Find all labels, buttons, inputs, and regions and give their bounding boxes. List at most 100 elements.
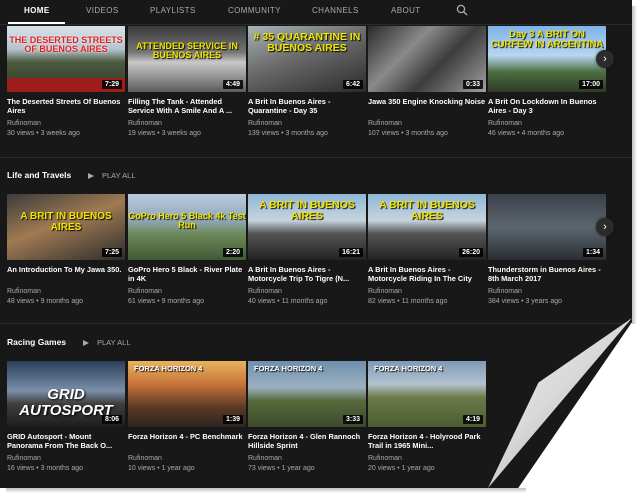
play-all-button[interactable]: PLAY ALL [83,338,131,347]
video-thumbnail[interactable]: FORZA HORIZON 4 4:19 [368,361,486,427]
duration-badge: 26:20 [459,248,483,257]
channel-name[interactable]: Rufinoman [368,120,486,127]
video-title[interactable]: Filling The Tank - Attended Service With… [128,97,246,115]
video-card[interactable]: 1:34 Thunderstorm in Buenos Aires - 8th … [488,194,606,305]
channel-name[interactable]: Rufinoman [368,288,486,295]
video-thumbnail[interactable]: # 35 QUARANTINE IN BUENOS AIRES 6:42 [248,26,366,92]
channel-name[interactable]: Rufinoman [488,288,606,295]
video-card[interactable]: A BRIT IN BUENOS AIRES 26:20 A Brit In B… [368,194,486,305]
channel-page: HOME VIDEOS PLAYLISTS COMMUNITY CHANNELS… [0,0,640,495]
video-card[interactable]: FORZA HORIZON 4 3:33 Forza Horizon 4 - G… [248,361,366,472]
shelf-divider [0,157,632,158]
shelf-next-arrow-icon[interactable]: › [596,50,614,68]
video-meta: 61 views • 9 months ago [128,298,204,305]
duration-badge: 1:39 [222,415,243,424]
video-meta: 10 views • 1 year ago [128,465,195,472]
video-thumbnail[interactable]: FORZA HORIZON 4 3:33 [248,361,366,427]
video-title[interactable]: GRID Autosport - Mount Panorama From The… [7,432,125,450]
video-thumbnail[interactable]: GoPro Hero 5 Black 4k Test Run 2:20 [128,194,246,260]
thumbnail-overlay-text: Day 3 A BRIT ON CURFEW IN ARGENTINA [490,29,604,50]
video-title[interactable]: GoPro Hero 5 Black - River Plate in 4K [128,265,246,283]
tab-home[interactable]: HOME [24,6,50,15]
video-thumbnail[interactable]: 1:34 [488,194,606,260]
video-thumbnail[interactable]: A BRIT IN BUENOS AIRES 16:21 [248,194,366,260]
video-card[interactable]: GRID AUTOSPORT 8:06 GRID Autosport - Mou… [7,361,125,472]
video-card[interactable]: Day 3 A BRIT ON CURFEW IN ARGENTINA 17:0… [488,26,606,137]
duration-badge: 3:33 [342,415,363,424]
duration-badge: 16:21 [339,248,363,257]
video-card[interactable]: 0:33 Jawa 350 Engine Knocking Noise Rufi… [368,26,486,137]
channel-name[interactable]: Rufinoman [248,120,366,127]
video-title[interactable]: Forza Horizon 4 - Holyrood Park Trail in… [368,432,486,450]
tab-channels[interactable]: CHANNELS [312,6,359,15]
video-meta: 139 views • 3 months ago [248,130,328,137]
video-meta: 73 views • 1 year ago [248,465,315,472]
search-icon[interactable] [456,4,468,16]
thumbnail-overlay-text: # 35 QUARANTINE IN BUENOS AIRES [253,31,361,55]
channel-name[interactable]: Rufinoman [368,455,486,462]
video-meta: 16 views • 3 months ago [7,465,83,472]
video-title[interactable]: A Brit On Lockdown In Buenos Aires - Day… [488,97,606,115]
shelf-next-arrow-icon[interactable]: › [596,218,614,236]
video-meta: 30 views • 3 weeks ago [7,130,80,137]
video-meta: 107 views • 3 months ago [368,130,448,137]
video-thumbnail[interactable]: GRID AUTOSPORT 8:06 [7,361,125,427]
duration-badge: 1:34 [582,248,603,257]
video-title[interactable]: A Brit In Buenos Aires - Motorcycle Ridi… [368,265,486,283]
video-card[interactable]: A BRIT IN BUENOS AIRES 7:25 An Introduct… [7,194,125,305]
shelf-title[interactable]: Life and Travels [7,170,71,180]
shelf-title[interactable]: Racing Games [7,337,66,347]
video-card[interactable]: # 35 QUARANTINE IN BUENOS AIRES 6:42 A B… [248,26,366,137]
video-title[interactable]: Thunderstorm in Buenos Aires - 8th March… [488,265,606,283]
video-card[interactable]: GoPro Hero 5 Black 4k Test Run 2:20 GoPr… [128,194,246,305]
tab-about[interactable]: ABOUT [391,6,421,15]
channel-name[interactable]: Rufinoman [248,455,366,462]
thumbnail-overlay-text: GoPro Hero 5 Black 4k Test Run [128,211,246,231]
video-card[interactable]: THE DESERTED STREETS OF BUENOS AIRES 7:2… [7,26,125,137]
duration-badge: 4:49 [222,80,243,89]
thumbnail-overlay-text: ATTENDED SERVICE IN BUENOS AIRES [136,41,238,61]
duration-badge: 8:06 [101,415,122,424]
video-thumbnail[interactable]: 0:33 [368,26,486,92]
video-meta: 46 views • 4 months ago [488,130,564,137]
channel-name[interactable]: Rufinoman [128,120,246,127]
thumbnail-overlay-text: FORZA HORIZON 4 [134,364,203,373]
video-title[interactable]: Forza Horizon 4 - PC Benchmark [128,432,246,450]
video-thumbnail[interactable]: A BRIT IN BUENOS AIRES 26:20 [368,194,486,260]
video-card[interactable]: A BRIT IN BUENOS AIRES 16:21 A Brit In B… [248,194,366,305]
channel-name[interactable]: Rufinoman [128,455,246,462]
channel-name[interactable]: Rufinoman [7,455,125,462]
play-icon [88,173,94,179]
video-meta: 40 views • 11 months ago [248,298,328,305]
video-title[interactable]: A Brit In Buenos Aires - Quarantine - Da… [248,97,366,115]
tab-playlists[interactable]: PLAYLISTS [150,6,196,15]
tab-community[interactable]: COMMUNITY [228,6,281,15]
video-meta: 48 views • 9 months ago [7,298,83,305]
tab-videos[interactable]: VIDEOS [86,6,119,15]
thumbnail-overlay-text: A BRIT IN BUENOS AIRES [259,199,355,223]
video-thumbnail[interactable]: FORZA HORIZON 4 1:39 [128,361,246,427]
video-title[interactable]: An Introduction To My Jawa 350. [7,265,125,283]
video-thumbnail[interactable]: ATTENDED SERVICE IN BUENOS AIRES 4:49 [128,26,246,92]
video-title[interactable]: Jawa 350 Engine Knocking Noise [368,97,486,115]
channel-name[interactable]: Rufinoman [7,120,125,127]
video-card[interactable]: FORZA HORIZON 4 1:39 Forza Horizon 4 - P… [128,361,246,472]
shelf-divider [0,323,632,324]
channel-name[interactable]: Rufinoman [488,120,606,127]
duration-badge: 17:00 [579,80,603,89]
video-title[interactable]: A Brit In Buenos Aires - Motorcycle Trip… [248,265,366,283]
video-thumbnail[interactable]: Day 3 A BRIT ON CURFEW IN ARGENTINA 17:0… [488,26,606,92]
video-card[interactable]: ATTENDED SERVICE IN BUENOS AIRES 4:49 Fi… [128,26,246,137]
channel-name[interactable]: Rufinoman [7,288,125,295]
video-thumbnail[interactable]: THE DESERTED STREETS OF BUENOS AIRES 7:2… [7,26,125,92]
video-thumbnail[interactable]: A BRIT IN BUENOS AIRES 7:25 [7,194,125,260]
video-card[interactable]: FORZA HORIZON 4 4:19 Forza Horizon 4 - H… [368,361,486,472]
channel-name[interactable]: Rufinoman [128,288,246,295]
play-all-button[interactable]: PLAY ALL [88,171,136,180]
duration-badge: 4:19 [462,415,483,424]
thumbnail-overlay-text: THE DESERTED STREETS OF BUENOS AIRES [9,35,123,55]
video-title[interactable]: The Deserted Streets Of Buenos Aires [7,97,125,115]
channel-name[interactable]: Rufinoman [248,288,366,295]
video-title[interactable]: Forza Horizon 4 - Glen Rannoch Hillside … [248,432,366,450]
duration-badge: 7:25 [101,248,122,257]
